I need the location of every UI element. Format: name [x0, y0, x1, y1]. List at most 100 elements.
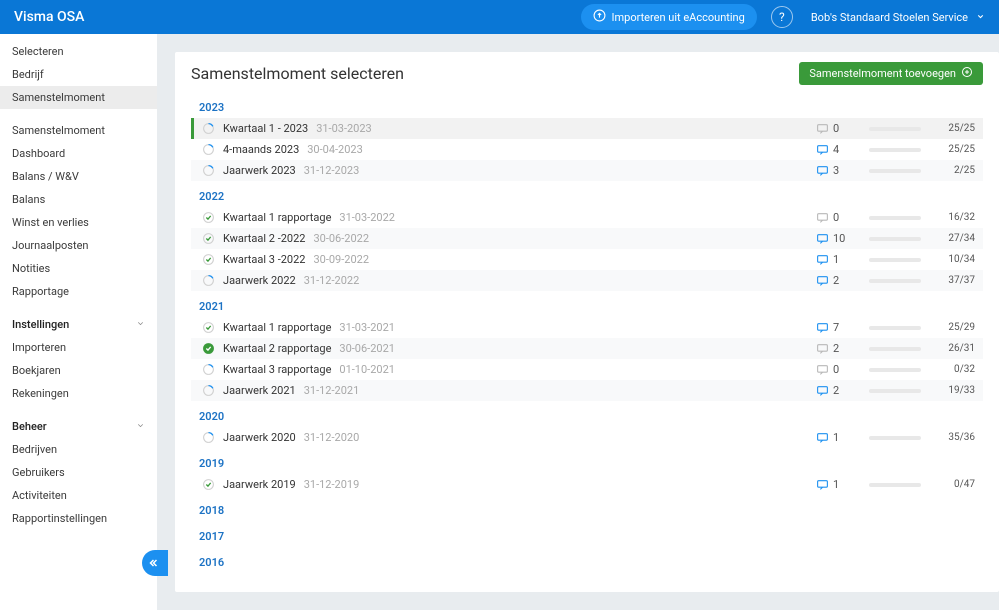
moment-date: 31-03-2022 [339, 211, 395, 224]
sidebar-item-g2-0[interactable]: Samenstelmoment [0, 119, 157, 142]
sidebar-item-g3-1[interactable]: Boekjaren [0, 359, 157, 382]
status-icon [202, 478, 215, 491]
comment-icon[interactable] [816, 164, 829, 177]
sidebar-item-g2-4[interactable]: Winst en verlies [0, 211, 157, 234]
progress-bar [869, 436, 921, 440]
progress-bar [869, 216, 921, 220]
sidebar-head-instellingen[interactable]: Instellingen [0, 313, 157, 336]
moment-row[interactable]: Kwartaal 2 -202230-06-20221027/34 [191, 228, 983, 249]
comment-icon[interactable] [816, 342, 829, 355]
moment-date: 31-03-2023 [316, 122, 372, 135]
moment-name: Kwartaal 1 rapportage [223, 211, 331, 224]
comment-icon[interactable] [816, 253, 829, 266]
comment-icon[interactable] [816, 363, 829, 376]
progress-ratio: 10/34 [935, 254, 975, 265]
comment-icon[interactable] [816, 274, 829, 287]
status-icon [202, 342, 215, 355]
moment-row[interactable]: Kwartaal 3 rapportage01-10-202100/32 [191, 359, 983, 380]
progress-ratio: 37/37 [935, 275, 975, 286]
progress-bar [869, 279, 921, 283]
comment-count: 0 [833, 363, 851, 376]
year-header[interactable]: 2021 [191, 294, 983, 317]
moment-date: 31-12-2021 [304, 384, 360, 397]
status-icon [202, 164, 215, 177]
sidebar-item-g3-0[interactable]: Importeren [0, 336, 157, 359]
comment-icon[interactable] [816, 384, 829, 397]
sidebar-item-g2-6[interactable]: Notities [0, 257, 157, 280]
moment-row[interactable]: Kwartaal 3 -202230-09-2022110/34 [191, 249, 983, 270]
company-selector[interactable]: Bob's Standaard Stoelen Service [811, 11, 985, 24]
comment-count: 3 [833, 164, 851, 177]
moment-row[interactable]: Kwartaal 2 rapportage30-06-2021226/31 [191, 338, 983, 359]
comment-icon[interactable] [816, 478, 829, 491]
sidebar-item-2[interactable]: Samenstelmoment [0, 86, 157, 109]
status-icon [202, 321, 215, 334]
sidebar-item-0[interactable]: Selecteren [0, 40, 157, 63]
moment-row[interactable]: Kwartaal 1 - 202331-03-2023025/25 [191, 118, 983, 139]
moment-row[interactable]: Jaarwerk 202231-12-2022237/37 [191, 270, 983, 291]
moment-date: 01-10-2021 [339, 363, 395, 376]
comment-icon[interactable] [816, 232, 829, 245]
import-button[interactable]: Importeren uit eAccounting [581, 4, 757, 30]
moment-name: Jaarwerk 2022 [223, 274, 296, 287]
year-header[interactable]: 2018 [191, 498, 983, 521]
moment-row[interactable]: Jaarwerk 202331-12-202332/25 [191, 160, 983, 181]
progress-bar [869, 258, 921, 262]
comment-count: 0 [833, 122, 851, 135]
moment-row[interactable]: Jaarwerk 202131-12-2021219/33 [191, 380, 983, 401]
comment-icon[interactable] [816, 431, 829, 444]
sidebar-item-g2-1[interactable]: Dashboard [0, 142, 157, 165]
moment-name: Kwartaal 1 rapportage [223, 321, 331, 334]
moment-date: 31-12-2023 [304, 164, 360, 177]
sidebar-item-g4-3[interactable]: Rapportinstellingen [0, 507, 157, 530]
moment-row[interactable]: 4-maands 202330-04-2023425/25 [191, 139, 983, 160]
sidebar-item-g4-1[interactable]: Gebruikers [0, 461, 157, 484]
year-header[interactable]: 2020 [191, 404, 983, 427]
comment-count: 7 [833, 321, 851, 334]
sidebar-item-g2-5[interactable]: Journaalposten [0, 234, 157, 257]
progress-ratio: 19/33 [935, 385, 975, 396]
add-moment-button[interactable]: Samenstelmoment toevoegen [799, 62, 983, 85]
comment-icon[interactable] [816, 211, 829, 224]
progress-bar [869, 389, 921, 393]
moment-date: 30-04-2023 [307, 143, 363, 156]
progress-bar [869, 483, 921, 487]
moment-row[interactable]: Jaarwerk 202031-12-2020135/36 [191, 427, 983, 448]
sidebar-item-g2-7[interactable]: Rapportage [0, 280, 157, 303]
moment-name: Kwartaal 2 rapportage [223, 342, 331, 355]
sidebar-item-1[interactable]: Bedrijf [0, 63, 157, 86]
status-icon [202, 274, 215, 287]
year-header[interactable]: 2022 [191, 184, 983, 207]
sidebar-item-g2-2[interactable]: Balans / W&V [0, 165, 157, 188]
progress-bar [869, 368, 921, 372]
comment-icon[interactable] [816, 122, 829, 135]
moment-name: Jaarwerk 2023 [223, 164, 296, 177]
year-header[interactable]: 2019 [191, 451, 983, 474]
moment-row[interactable]: Kwartaal 1 rapportage31-03-2021725/29 [191, 317, 983, 338]
year-header[interactable]: 2023 [191, 95, 983, 118]
sidebar-item-g2-3[interactable]: Balans [0, 188, 157, 211]
moment-name: 4-maands 2023 [223, 143, 299, 156]
page-title: Samenstelmoment selecteren [191, 64, 404, 83]
comment-icon[interactable] [816, 143, 829, 156]
import-label: Importeren uit eAccounting [612, 11, 745, 24]
year-header[interactable]: 2017 [191, 524, 983, 547]
sidebar-item-g3-2[interactable]: Rekeningen [0, 382, 157, 405]
help-icon[interactable]: ? [771, 6, 793, 28]
moment-row[interactable]: Kwartaal 1 rapportage31-03-2022016/32 [191, 207, 983, 228]
moment-row[interactable]: Jaarwerk 201931-12-201910/47 [191, 474, 983, 495]
add-moment-label: Samenstelmoment toevoegen [809, 67, 956, 80]
sidebar-head-beheer[interactable]: Beheer [0, 415, 157, 438]
sidebar-item-g4-2[interactable]: Activiteiten [0, 484, 157, 507]
comment-count: 2 [833, 274, 851, 287]
status-icon [202, 211, 215, 224]
comment-count: 2 [833, 384, 851, 397]
comment-count: 1 [833, 431, 851, 444]
progress-bar [869, 169, 921, 173]
status-icon [202, 431, 215, 444]
progress-ratio: 25/29 [935, 322, 975, 333]
comment-icon[interactable] [816, 321, 829, 334]
collapse-sidebar-button[interactable] [142, 550, 168, 576]
sidebar-item-g4-0[interactable]: Bedrijven [0, 438, 157, 461]
plus-circle-icon [961, 66, 973, 81]
